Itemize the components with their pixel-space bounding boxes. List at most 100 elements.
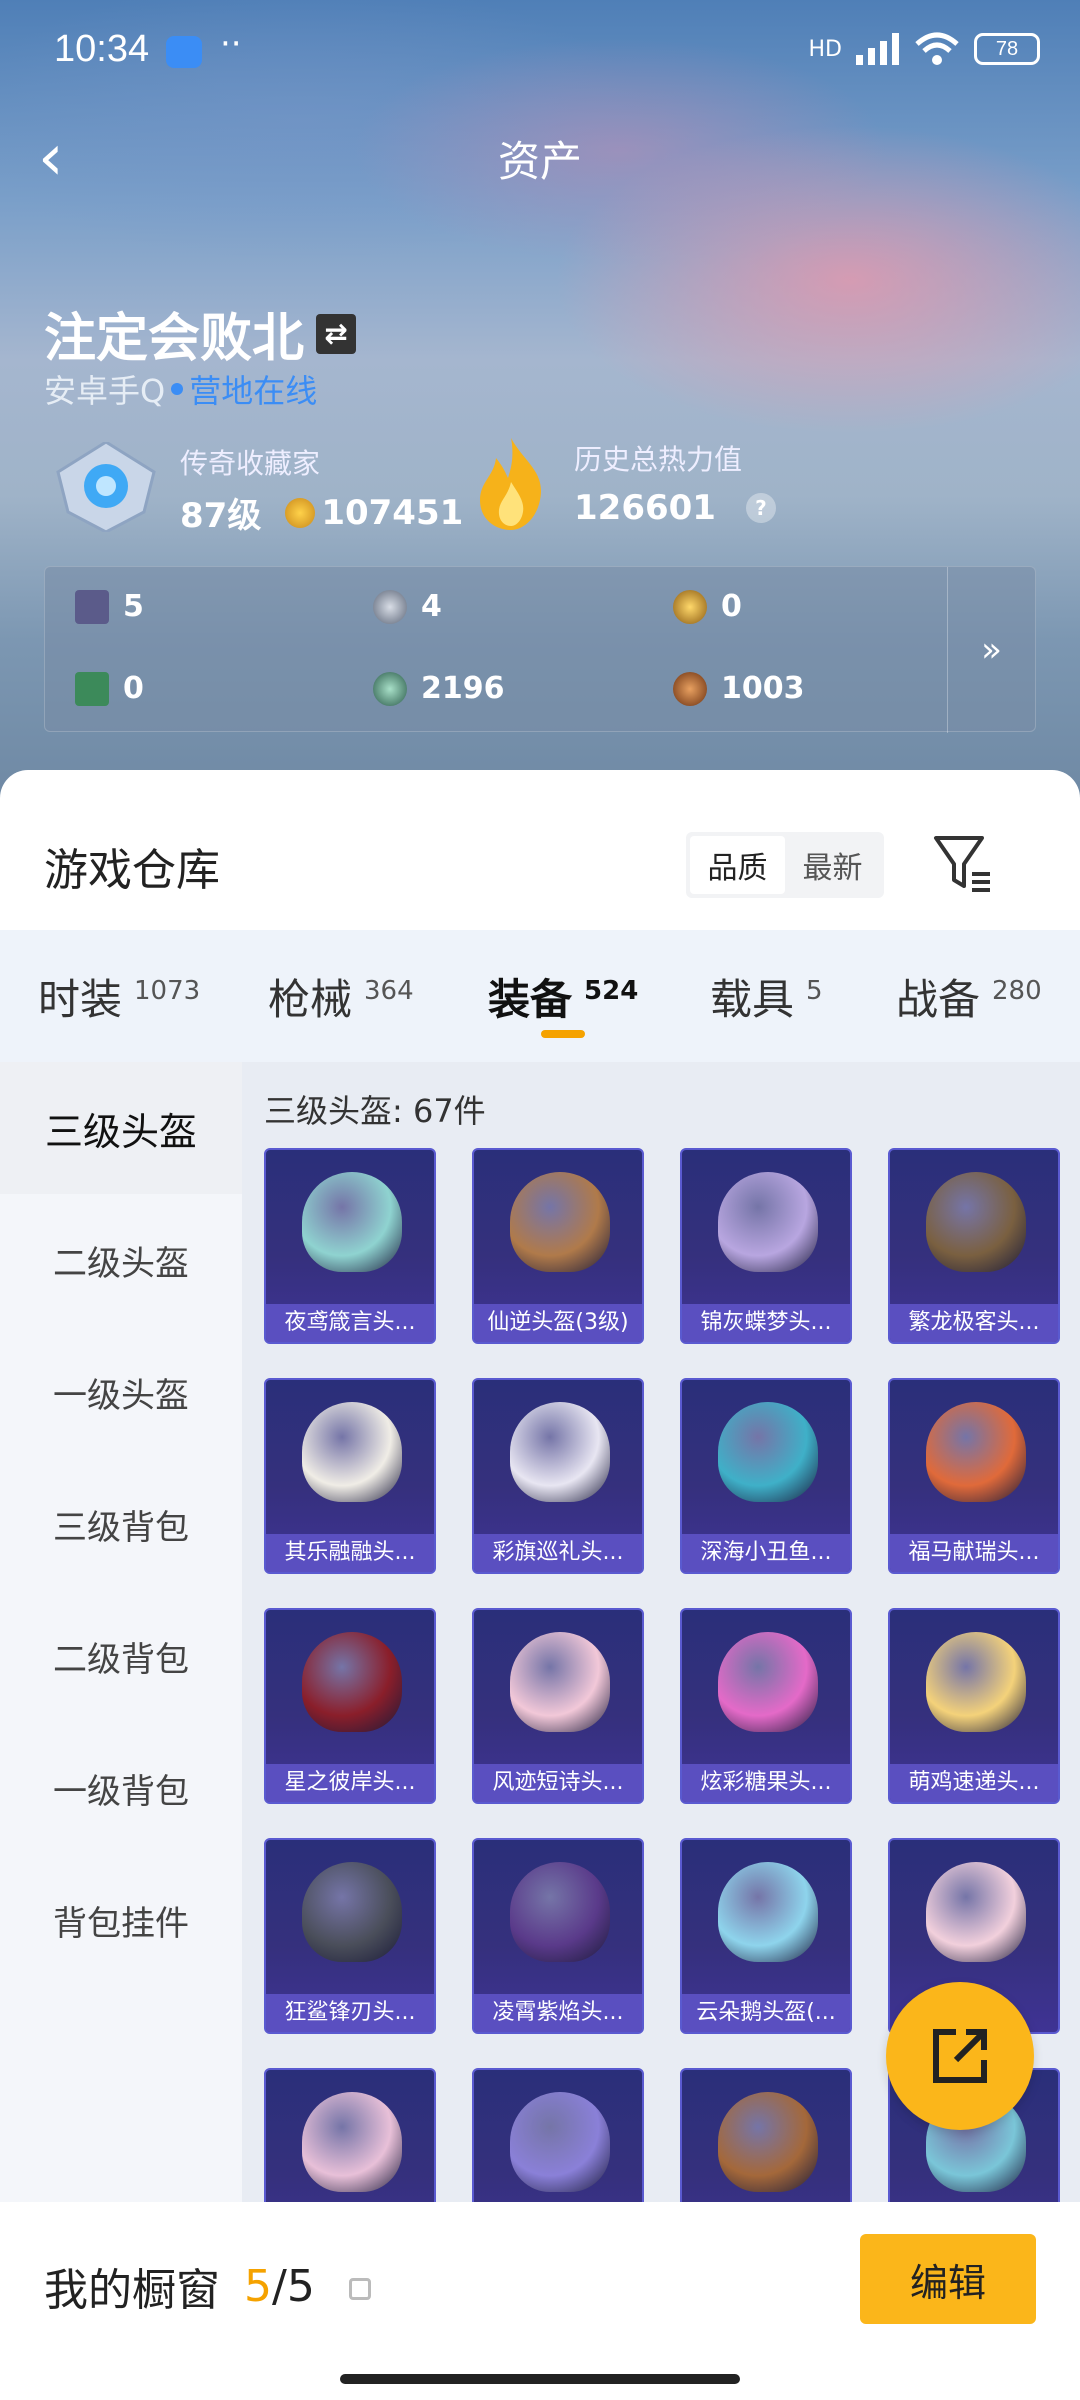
item-name: 萌鸡速递头... xyxy=(890,1764,1058,1802)
sort-newest-button[interactable]: 最新 xyxy=(785,836,880,894)
item-card[interactable]: 仙逆头盔(3级) xyxy=(472,1148,644,1344)
helmet-icon xyxy=(510,1632,610,1732)
helmet-icon xyxy=(510,1402,610,1502)
helmet-icon xyxy=(302,1402,402,1502)
item-card[interactable]: 福马献瑞头... xyxy=(888,1378,1060,1574)
collector-badge-icon xyxy=(56,442,156,532)
share-button[interactable] xyxy=(886,1982,1034,2130)
helmet-icon xyxy=(718,1172,818,1272)
sidebar-item-level2-backpack[interactable]: 二级背包 xyxy=(0,1590,242,1722)
item-card[interactable]: 锦灰蝶梦头... xyxy=(680,1148,852,1344)
currency-value: 4 xyxy=(421,589,442,624)
item-name: 狂鲨锋刃头... xyxy=(266,1994,434,2032)
item-card[interactable]: 萌鸡速递头... xyxy=(888,1608,1060,1804)
item-card[interactable]: 凌霄紫焰头... xyxy=(472,1838,644,2034)
collector-info[interactable]: 传奇收藏家 87级 107451 xyxy=(48,442,463,537)
sidebar-item-backpack-pendant[interactable]: 背包挂件 xyxy=(0,1854,242,1986)
gold-token-icon xyxy=(673,589,707,624)
tab-count: 5 xyxy=(806,976,823,1006)
item-name: 仙逆头盔(3级) xyxy=(474,1304,642,1342)
player-name-row: 注定会败北 ⇄ xyxy=(44,296,357,371)
flame-icon xyxy=(480,438,542,530)
filter-icon[interactable] xyxy=(932,830,992,896)
currency-value: 0 xyxy=(123,671,144,706)
showcase-current: 5 xyxy=(244,2260,272,2312)
more-notifications: ·· xyxy=(220,24,242,64)
sidebar-item-level2-helmet[interactable]: 二级头盔 xyxy=(0,1194,242,1326)
item-card[interactable]: 深海小丑鱼... xyxy=(680,1378,852,1574)
sidebar-item-level3-backpack[interactable]: 三级背包 xyxy=(0,1458,242,1590)
item-name: 夜鸢箴言头... xyxy=(266,1304,434,1342)
currency-item[interactable]: 2196 xyxy=(373,671,505,706)
item-card[interactable]: 夜鸢箴言头... xyxy=(264,1148,436,1344)
item-name: 其乐融融头... xyxy=(266,1534,434,1572)
item-name: 炫彩糖果头... xyxy=(682,1764,850,1802)
subcategory-sidebar: 三级头盔 二级头盔 一级头盔 三级背包 二级背包 一级背包 背包挂件 xyxy=(0,1062,242,2400)
helmet-icon xyxy=(302,1862,402,1962)
item-card[interactable]: 云朵鹅头盔(... xyxy=(680,1838,852,2034)
heat-title: 历史总热力值 xyxy=(574,443,743,476)
item-name: 云朵鹅头盔(... xyxy=(682,1994,850,2032)
sort-quality-button[interactable]: 品质 xyxy=(690,836,785,894)
helmet-icon xyxy=(718,2092,818,2192)
wallet-app-icon xyxy=(166,36,202,68)
tab-weapons[interactable]: 枪械 364 xyxy=(268,930,414,1062)
warehouse-title: 游戏仓库 xyxy=(44,845,220,896)
helmet-icon xyxy=(926,1862,1026,1962)
currency-value: 1003 xyxy=(721,671,805,706)
showcase-info: 我的橱窗 5/5 xyxy=(44,2254,371,2318)
helmet-icon xyxy=(718,1862,818,1962)
item-card[interactable]: 星之彼岸头... xyxy=(264,1608,436,1804)
currency-item[interactable]: 0 xyxy=(673,589,742,624)
tab-equipment[interactable]: 装备 524 xyxy=(488,930,638,1062)
tab-vehicles[interactable]: 载具 5 xyxy=(710,930,823,1062)
helmet-icon xyxy=(302,1632,402,1732)
tab-label: 载具 xyxy=(710,974,795,1024)
item-card[interactable]: 繁龙极客头... xyxy=(888,1148,1060,1344)
sort-toggle: 品质 最新 xyxy=(686,832,884,898)
helmet-icon xyxy=(926,1402,1026,1502)
tab-label: 装备 xyxy=(488,974,573,1024)
tab-count: 280 xyxy=(992,976,1042,1006)
help-icon[interactable]: ? xyxy=(745,493,776,523)
item-card[interactable]: 风迹短诗头... xyxy=(472,1608,644,1804)
helmet-icon xyxy=(718,1632,818,1732)
collect-coin-icon xyxy=(285,497,316,528)
item-count-label: 三级头盔: 67件 xyxy=(264,1092,486,1130)
item-card[interactable]: 狂鲨锋刃头... xyxy=(264,1838,436,2034)
showcase-separator: / xyxy=(272,2260,287,2312)
home-indicator[interactable] xyxy=(340,2374,740,2384)
currency-item[interactable]: 4 xyxy=(373,589,442,624)
helmet-icon xyxy=(302,2092,402,2192)
green-card-icon xyxy=(75,671,109,706)
item-card[interactable]: 彩旗巡礼头... xyxy=(472,1378,644,1574)
tab-fashion[interactable]: 时装 1073 xyxy=(38,930,200,1062)
status-time: 10:34 xyxy=(54,28,150,70)
tab-count: 364 xyxy=(364,976,414,1006)
edit-button[interactable]: 编辑 xyxy=(860,2234,1036,2324)
warehouse-sheet: 游戏仓库 品质 最新 时装 1073 枪械 364 装备 524 载具 5 战备 280 … xyxy=(0,770,1080,2400)
sidebar-item-level1-backpack[interactable]: 一级背包 xyxy=(0,1722,242,1854)
showcase-label: 我的橱窗 xyxy=(44,2265,220,2316)
tab-count: 1073 xyxy=(134,976,201,1006)
currency-item[interactable]: 5 xyxy=(75,589,144,624)
item-card[interactable]: 炫彩糖果头... xyxy=(680,1608,852,1804)
item-card[interactable]: 其乐融融头... xyxy=(264,1378,436,1574)
currency-more-button[interactable]: » xyxy=(947,567,1035,733)
currency-item[interactable]: 0 xyxy=(75,671,144,706)
helmet-icon xyxy=(302,1172,402,1272)
battery-icon: 78 xyxy=(974,33,1040,65)
online-dot-icon xyxy=(171,383,184,395)
switch-account-icon[interactable]: ⇄ xyxy=(316,313,357,354)
item-name: 锦灰蝶梦头... xyxy=(682,1304,850,1342)
silver-token-icon xyxy=(373,589,407,624)
sidebar-item-level1-helmet[interactable]: 一级头盔 xyxy=(0,1326,242,1458)
tab-supplies[interactable]: 战备 280 xyxy=(896,930,1042,1062)
page-title: 资产 xyxy=(497,137,582,186)
collector-coins: 107451 xyxy=(321,492,464,533)
share-icon xyxy=(933,2029,987,2083)
currency-item[interactable]: 1003 xyxy=(673,671,805,706)
tab-label: 枪械 xyxy=(268,974,353,1024)
teal-coin-icon xyxy=(373,671,407,706)
sidebar-item-level3-helmet[interactable]: 三级头盔 xyxy=(0,1062,242,1194)
